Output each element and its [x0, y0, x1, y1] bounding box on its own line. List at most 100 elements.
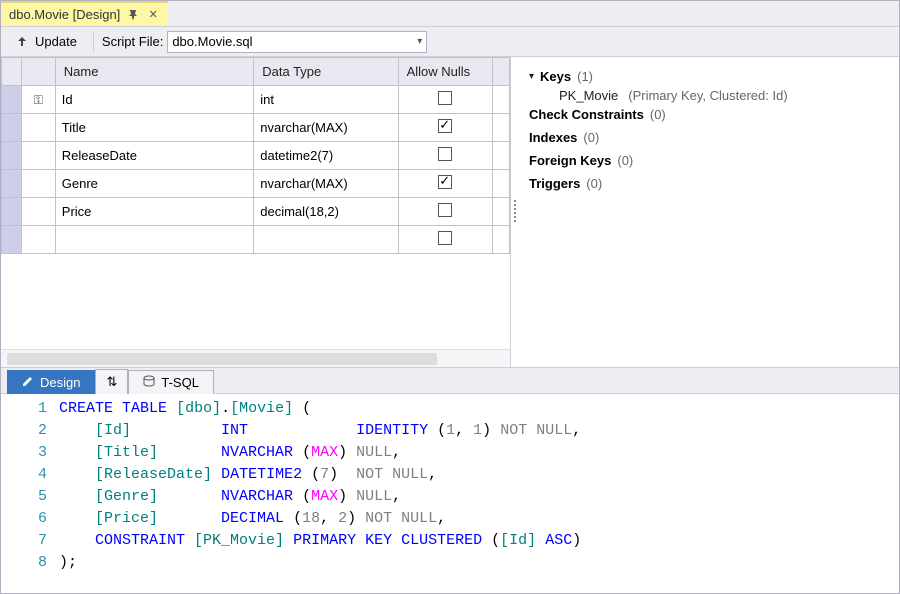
key-detail: (Primary Key, Clustered: Id)	[628, 88, 787, 103]
columns-grid-pane: Name Data Type Allow Nulls ⚿ IdintTitlenv…	[1, 57, 511, 367]
check-constraints-section[interactable]: Check Constraints (0)	[529, 103, 889, 126]
name-cell[interactable]: ReleaseDate	[55, 142, 253, 170]
name-header[interactable]: Name	[55, 58, 253, 86]
line-gutter: 12345678	[1, 394, 59, 593]
allownulls-header[interactable]: Allow Nulls	[398, 58, 492, 86]
columns-grid[interactable]: Name Data Type Allow Nulls ⚿ IdintTitlenv…	[1, 57, 510, 254]
sql-editor[interactable]: 12345678 CREATE TABLE [dbo].[Movie] ( [I…	[1, 393, 899, 593]
name-cell[interactable]: Title	[55, 114, 253, 142]
tab-design[interactable]: Design	[7, 370, 95, 394]
indexes-count: (0)	[583, 130, 599, 145]
table-row[interactable]: Pricedecimal(18,2)	[2, 198, 510, 226]
extra-cell	[492, 170, 509, 198]
tsql-label: T-SQL	[161, 375, 199, 390]
script-file-combo[interactable]: dbo.Movie.sql ▾	[167, 31, 427, 53]
key-item[interactable]: PK_Movie (Primary Key, Clustered: Id)	[529, 88, 889, 103]
scrollbar-thumb[interactable]	[7, 353, 437, 365]
name-cell[interactable]: Price	[55, 198, 253, 226]
null-cell[interactable]	[398, 142, 492, 170]
extra-cell	[492, 198, 509, 226]
row-header[interactable]	[2, 142, 22, 170]
document-tab[interactable]: dbo.Movie [Design] ✕	[1, 1, 168, 26]
table-row-empty[interactable]	[2, 226, 510, 254]
row-header[interactable]	[2, 198, 22, 226]
tab-tsql[interactable]: T-SQL	[128, 370, 214, 394]
foreign-keys-section[interactable]: Foreign Keys (0)	[529, 149, 889, 172]
keys-count: (1)	[577, 69, 593, 84]
indexes-label: Indexes	[529, 130, 577, 145]
upload-icon	[15, 35, 29, 49]
fkeys-count: (0)	[617, 153, 633, 168]
chevron-down-icon: ▾	[417, 36, 422, 47]
script-file-label: Script File:	[102, 34, 163, 49]
side-panel: ▾ Keys (1) PK_Movie (Primary Key, Cluste…	[519, 57, 899, 367]
allownulls-checkbox[interactable]	[438, 175, 452, 189]
key-cell[interactable]	[21, 114, 55, 142]
key-name: PK_Movie	[559, 88, 618, 103]
allownulls-checkbox[interactable]	[438, 203, 452, 217]
check-count: (0)	[650, 107, 666, 122]
keys-label: Keys	[540, 69, 571, 84]
triggers-section[interactable]: Triggers (0)	[529, 172, 889, 195]
tab-swap[interactable]: ⇅	[95, 369, 128, 394]
key-cell[interactable]	[21, 198, 55, 226]
key-cell[interactable]	[21, 142, 55, 170]
document-tabbar: dbo.Movie [Design] ✕	[1, 1, 899, 27]
allownulls-checkbox[interactable]	[438, 119, 452, 133]
code-area[interactable]: CREATE TABLE [dbo].[Movie] ( [Id] INT ID…	[59, 394, 581, 593]
tsql-icon	[143, 375, 155, 390]
key-icon: ⚿	[34, 93, 43, 107]
design-label: Design	[40, 375, 80, 390]
swap-icon: ⇅	[106, 374, 117, 390]
null-cell[interactable]	[398, 198, 492, 226]
null-cell[interactable]	[398, 170, 492, 198]
splitter[interactable]	[511, 57, 519, 367]
type-cell[interactable]: datetime2(7)	[254, 142, 398, 170]
row-header[interactable]	[2, 114, 22, 142]
script-file-value: dbo.Movie.sql	[172, 34, 252, 49]
close-icon[interactable]: ✕	[146, 8, 160, 22]
row-header[interactable]	[2, 86, 22, 114]
check-label: Check Constraints	[529, 107, 644, 122]
extra-cell	[492, 114, 509, 142]
update-button[interactable]: Update	[7, 31, 85, 52]
name-cell[interactable]: Genre	[55, 170, 253, 198]
key-cell[interactable]	[21, 170, 55, 198]
null-cell[interactable]	[398, 114, 492, 142]
extra-cell	[492, 86, 509, 114]
type-cell[interactable]: nvarchar(MAX)	[254, 114, 398, 142]
indexes-section[interactable]: Indexes (0)	[529, 126, 889, 149]
key-cell[interactable]: ⚿	[21, 86, 55, 114]
type-cell[interactable]: decimal(18,2)	[254, 198, 398, 226]
table-row[interactable]: Genrenvarchar(MAX)	[2, 170, 510, 198]
design-icon	[22, 375, 34, 390]
grid-corner	[2, 58, 22, 86]
triggers-count: (0)	[586, 176, 602, 191]
type-cell[interactable]: int	[254, 86, 398, 114]
key-header	[21, 58, 55, 86]
allownulls-checkbox[interactable]	[438, 147, 452, 161]
keys-section[interactable]: ▾ Keys (1)	[529, 65, 889, 88]
table-row[interactable]: ⚿ Idint	[2, 86, 510, 114]
null-cell[interactable]	[398, 86, 492, 114]
row-header[interactable]	[2, 170, 22, 198]
allownulls-checkbox[interactable]	[438, 91, 452, 105]
toolbar-separator	[93, 32, 94, 52]
expand-icon[interactable]: ▾	[529, 71, 534, 82]
toolbar: Update Script File: dbo.Movie.sql ▾	[1, 27, 899, 57]
table-row[interactable]: Titlenvarchar(MAX)	[2, 114, 510, 142]
table-row[interactable]: ReleaseDatedatetime2(7)	[2, 142, 510, 170]
type-cell[interactable]: nvarchar(MAX)	[254, 170, 398, 198]
bottom-tabbar: Design ⇅ T-SQL	[1, 367, 899, 393]
document-tab-title: dbo.Movie [Design]	[9, 7, 120, 22]
allownulls-checkbox[interactable]	[438, 231, 452, 245]
pin-icon[interactable]	[126, 8, 140, 22]
name-cell[interactable]: Id	[55, 86, 253, 114]
datatype-header[interactable]: Data Type	[254, 58, 398, 86]
fkeys-label: Foreign Keys	[529, 153, 611, 168]
extra-header	[492, 58, 509, 86]
update-label: Update	[35, 34, 77, 49]
horizontal-scrollbar[interactable]	[1, 349, 510, 367]
triggers-label: Triggers	[529, 176, 580, 191]
extra-cell	[492, 142, 509, 170]
